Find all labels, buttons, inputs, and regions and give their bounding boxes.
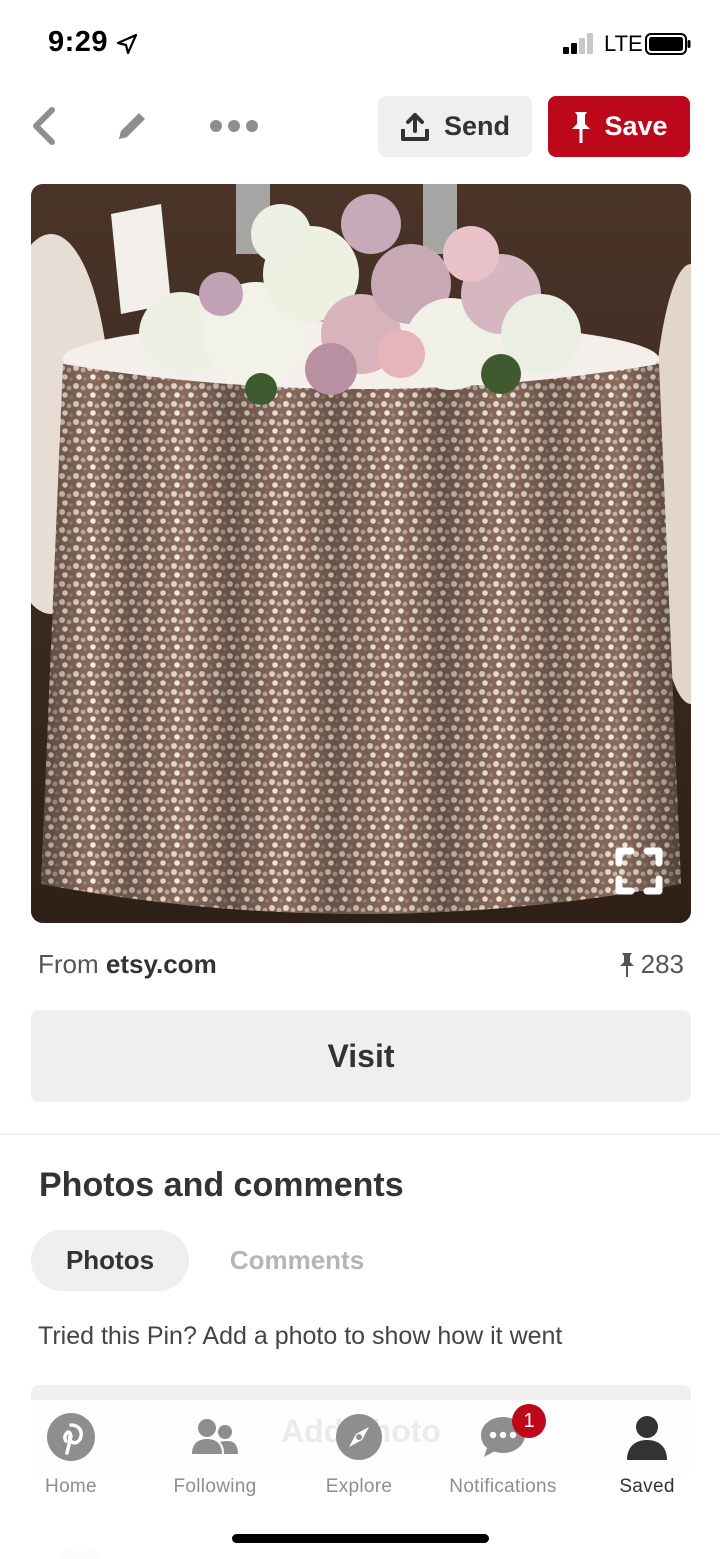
visit-button[interactable]: Visit (31, 1010, 691, 1102)
save-count-value: 283 (640, 949, 684, 979)
pin-closeup-screen: 9:29 LTE Send Save From etsy.com 283 Vis… (0, 0, 720, 1559)
signal-bars-icon (563, 32, 599, 54)
nav-explore[interactable]: Explore (289, 1412, 429, 1502)
save-count: 283 (619, 949, 684, 980)
nav-home-label: Home (45, 1476, 97, 1497)
nav-following[interactable]: Following (145, 1412, 285, 1502)
share-upload-icon (400, 112, 429, 141)
home-indicator[interactable] (232, 1534, 489, 1543)
status-time: 9:29 (48, 26, 109, 58)
nav-notifications-label: Notifications (449, 1476, 557, 1497)
edit-button[interactable] (110, 104, 154, 148)
notification-badge: 1 (512, 1404, 546, 1438)
send-button-label: Send (443, 111, 510, 141)
location-arrow-icon (116, 33, 138, 55)
battery-icon (645, 33, 691, 55)
nav-saved[interactable]: Saved (577, 1412, 717, 1502)
tried-pin-prompt: Tried this Pin? Add a photo to show how … (38, 1322, 563, 1350)
carrier-label: LTE (604, 31, 643, 56)
save-button-label: Save (604, 111, 668, 141)
status-bar: 9:29 LTE (0, 0, 720, 88)
source-prefix: From (38, 949, 106, 979)
chevron-left-icon (33, 107, 55, 145)
person-icon (627, 1416, 667, 1460)
tab-photos[interactable]: Photos (31, 1230, 189, 1291)
pin-source[interactable]: From etsy.com (38, 949, 217, 980)
pin-image[interactable] (31, 184, 691, 923)
photos-comments-title: Photos and comments (39, 1166, 404, 1204)
pin-source-row: From etsy.com 283 (38, 945, 684, 985)
section-divider (0, 1133, 720, 1135)
tab-comments[interactable]: Comments (212, 1230, 382, 1291)
pushpin-icon (572, 111, 591, 143)
save-button[interactable]: Save (548, 96, 690, 157)
nav-home[interactable]: Home (1, 1412, 141, 1502)
pencil-icon (119, 113, 145, 139)
expand-image-button[interactable] (611, 843, 667, 899)
back-button[interactable] (22, 104, 66, 148)
ellipsis-icon (210, 120, 258, 132)
nav-explore-label: Explore (325, 1476, 393, 1497)
nav-following-label: Following (173, 1476, 257, 1497)
nav-notifications[interactable]: 1 Notifications (433, 1404, 573, 1502)
source-domain: etsy.com (105, 949, 217, 979)
send-button[interactable]: Send (378, 96, 532, 157)
people-icon (192, 1419, 238, 1454)
expand-icon (615, 847, 663, 895)
more-options-button[interactable] (204, 104, 264, 148)
nav-saved-label: Saved (619, 1476, 675, 1497)
pushpin-icon (619, 952, 634, 977)
tablecloth-photo (31, 184, 691, 923)
pinterest-logo-icon (47, 1413, 95, 1461)
compass-icon (336, 1414, 382, 1460)
pin-toolbar: Send Save (0, 90, 720, 165)
